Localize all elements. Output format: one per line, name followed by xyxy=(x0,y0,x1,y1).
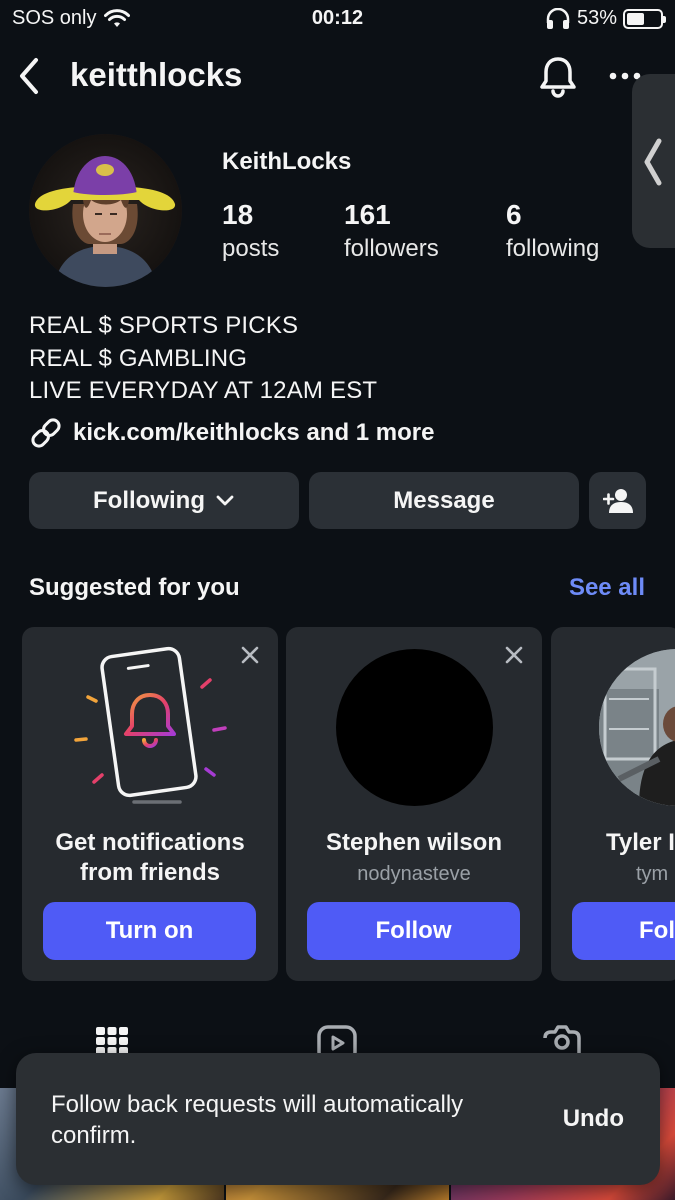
suggested-user-avatar[interactable] xyxy=(336,649,493,806)
suggestion-card-user[interactable]: Tyler I tym Fol xyxy=(551,627,675,981)
back-arrow-icon[interactable] xyxy=(14,56,44,96)
undo-button[interactable]: Undo xyxy=(563,1105,624,1133)
profile-avatar[interactable] xyxy=(29,134,182,287)
stat-followers[interactable]: 161 followers xyxy=(344,198,439,266)
suggested-user-avatar[interactable] xyxy=(599,649,675,806)
suggested-user-handle: tym xyxy=(636,863,669,885)
suggested-user-photo xyxy=(599,649,675,806)
profile-link[interactable]: kick.com/keithlocks and 1 more xyxy=(29,416,435,450)
battery-percent: 53% xyxy=(576,7,617,29)
suggestion-card-notifications[interactable]: Get notifications from friends Turn on xyxy=(22,627,278,981)
stat-following-label: following xyxy=(506,235,600,262)
avatar-image xyxy=(29,134,182,287)
following-button-label: Following xyxy=(93,486,205,514)
toast-notification: Follow back requests will automatically … xyxy=(16,1053,660,1185)
suggested-heading: Suggested for you xyxy=(29,574,240,601)
chevron-left-icon xyxy=(644,138,662,186)
stat-followers-count: 161 xyxy=(344,199,391,230)
status-right: 53% xyxy=(545,7,666,30)
add-user-icon xyxy=(602,488,633,513)
card-title-line: Get notifications xyxy=(55,829,245,856)
following-button[interactable]: Following xyxy=(29,472,299,529)
suggestion-card-user[interactable]: Stephen wilson nodynasteve Follow xyxy=(286,627,542,981)
battery-fill xyxy=(627,12,644,25)
battery-icon xyxy=(623,8,666,29)
suggested-user-name: Tyler I xyxy=(606,829,675,856)
bio-line: LIVE EVERYDAY AT 12AM EST xyxy=(29,377,378,404)
side-drawer-handle[interactable] xyxy=(632,74,675,248)
see-all-link[interactable]: See all xyxy=(569,574,645,602)
suggested-user-handle: nodynasteve xyxy=(357,863,471,885)
profile-bio: REAL $ SPORTS PICKS REAL $ GAMBLING LIVE… xyxy=(29,310,377,408)
chevron-down-icon xyxy=(216,495,234,505)
status-bar: SOS only 00:12 53% xyxy=(0,0,675,40)
card-title-line: from friends xyxy=(79,859,220,886)
suggested-user-name: Stephen wilson xyxy=(325,829,502,856)
follow-button[interactable]: Fol xyxy=(572,902,675,960)
message-button-label: Message xyxy=(393,486,495,514)
link-icon xyxy=(31,418,61,448)
profile-link-text: kick.com/keithlocks and 1 more xyxy=(73,419,435,446)
stat-posts[interactable]: 18 posts xyxy=(222,198,279,266)
stat-following[interactable]: 6 following xyxy=(506,198,599,266)
stat-following-count: 6 xyxy=(506,199,522,230)
bio-line: REAL $ GAMBLING xyxy=(29,344,248,372)
stat-followers-label: followers xyxy=(344,235,439,262)
stat-posts-label: posts xyxy=(222,235,280,262)
close-icon[interactable] xyxy=(504,645,524,665)
stat-posts-count: 18 xyxy=(222,199,254,230)
grid-tab-icon[interactable] xyxy=(95,1026,129,1056)
page-title-username: keitthlocks xyxy=(70,56,243,93)
follow-button[interactable]: Follow xyxy=(307,902,520,960)
turn-on-button[interactable]: Turn on xyxy=(43,902,256,960)
headphones-icon xyxy=(546,7,570,29)
phone-bell-illustration-icon xyxy=(74,646,227,804)
bio-line: REAL $ SPORTS PICKS xyxy=(29,312,299,339)
display-name: KeithLocks xyxy=(222,148,352,175)
close-icon[interactable] xyxy=(240,645,260,665)
message-button[interactable]: Message xyxy=(309,472,579,529)
toast-message: Follow back requests will automatically … xyxy=(51,1091,464,1149)
bell-icon[interactable] xyxy=(538,54,578,98)
add-user-button[interactable] xyxy=(589,472,646,529)
top-nav: keitthlocks xyxy=(0,52,675,102)
